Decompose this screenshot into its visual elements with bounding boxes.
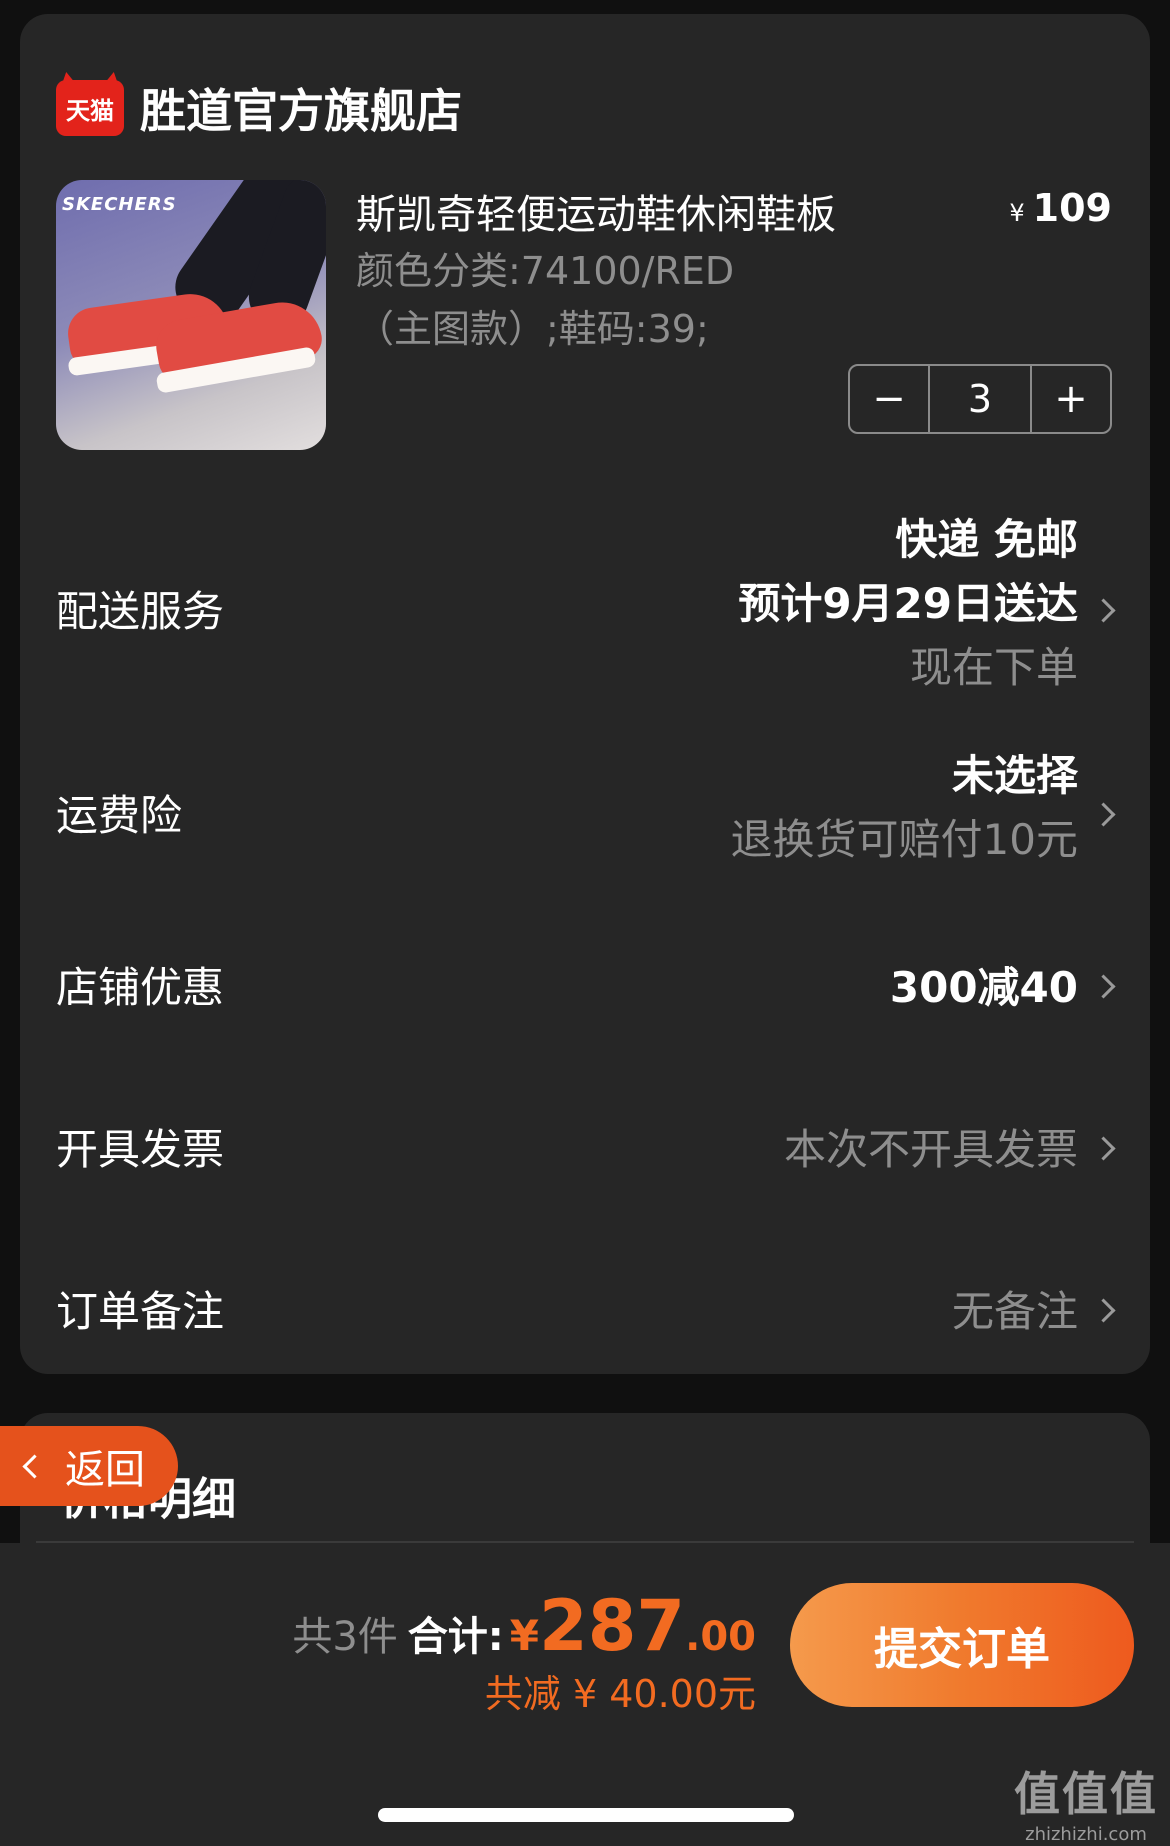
- decrement-button[interactable]: −: [850, 366, 928, 432]
- shop-name[interactable]: 胜道官方旗舰店: [140, 75, 462, 141]
- delivery-estimate: 预计9月29日送达: [738, 579, 1078, 628]
- price-detail-card: 价格明细: [20, 1413, 1150, 1553]
- item-count: 共3件: [292, 1614, 398, 1660]
- spec-line-2: （主图款）;鞋码:39;: [356, 307, 709, 351]
- product-brand-text: SKECHERS: [62, 194, 177, 215]
- delivery-label: 配送服务: [56, 587, 225, 636]
- order-note-label: 订单备注: [56, 1287, 225, 1336]
- product-title[interactable]: 斯凯奇轻便运动鞋休闲鞋板: [356, 182, 836, 240]
- price-currency: ¥: [1009, 199, 1025, 227]
- order-note-row[interactable]: 订单备注 无备注: [20, 1258, 1150, 1358]
- shop-header[interactable]: 天猫 胜道官方旗舰店: [56, 68, 462, 148]
- back-button[interactable]: 返回: [0, 1426, 178, 1506]
- chevron-left-icon: [22, 1453, 47, 1479]
- quantity-stepper: − 3 +: [848, 364, 1112, 434]
- submit-order-button[interactable]: 提交订单: [790, 1583, 1134, 1707]
- chevron-right-icon: [1091, 1136, 1116, 1161]
- spec-line-1: 颜色分类:74100/RED: [356, 249, 735, 293]
- freight-insurance-desc: 退换货可赔付10元: [730, 815, 1078, 864]
- watermark-logo: 值值值 zhizhizhi.com: [1014, 1758, 1158, 1845]
- delivery-row[interactable]: 配送服务 快递 免邮 预计9月29日送达 现在下单: [20, 484, 1150, 704]
- total-decimal: .00: [685, 1614, 756, 1660]
- total-currency: ¥: [509, 1611, 540, 1660]
- invoice-label: 开具发票: [56, 1125, 225, 1174]
- tmall-badge-text: 天猫: [66, 96, 114, 125]
- invoice-row[interactable]: 开具发票 本次不开具发票: [20, 1096, 1150, 1196]
- delivery-method: 快递 免邮: [895, 515, 1078, 564]
- back-label: 返回: [65, 1447, 145, 1493]
- chevron-right-icon: [1091, 598, 1116, 623]
- shop-discount-value: 300减40: [889, 963, 1078, 1012]
- quantity-value[interactable]: 3: [928, 366, 1032, 432]
- product-spec[interactable]: 颜色分类:74100/RED （主图款）;鞋码:39;: [356, 242, 876, 358]
- delivery-note: 现在下单: [909, 643, 1078, 692]
- order-note-value: 无备注: [951, 1287, 1078, 1336]
- chevron-right-icon: [1091, 802, 1116, 827]
- total-discount: 共减 ¥ 40.00元: [484, 1672, 756, 1716]
- price-value: 109: [1032, 186, 1112, 230]
- increment-button[interactable]: +: [1032, 366, 1110, 432]
- watermark-url: zhizhizhi.com: [1025, 1824, 1147, 1845]
- order-summary: 共3件 合计: ¥287.00: [292, 1585, 756, 1667]
- order-card: 天猫 胜道官方旗舰店 SKECHERS 斯凯奇轻便运动鞋休闲鞋板 ¥109 颜色…: [20, 14, 1150, 1374]
- watermark-text: 值值值: [1014, 1767, 1158, 1821]
- freight-insurance-status: 未选择: [951, 751, 1078, 800]
- tmall-logo-icon: 天猫: [56, 80, 124, 136]
- shop-discount-label: 店铺优惠: [56, 963, 225, 1012]
- product-price: ¥109: [1009, 186, 1112, 230]
- freight-insurance-row[interactable]: 运费险 未选择 退换货可赔付10元: [20, 744, 1150, 884]
- total-label: 合计:: [407, 1614, 504, 1660]
- total-amount: 287: [539, 1585, 686, 1667]
- shop-discount-row[interactable]: 店铺优惠 300减40: [20, 934, 1150, 1034]
- invoice-value: 本次不开具发票: [783, 1125, 1078, 1174]
- chevron-right-icon: [1091, 1298, 1116, 1323]
- home-indicator[interactable]: [378, 1808, 794, 1822]
- freight-insurance-label: 运费险: [56, 791, 183, 840]
- submit-bar: 共3件 合计: ¥287.00 共减 ¥ 40.00元 提交订单 值值值 zhizh…: [0, 1543, 1170, 1846]
- chevron-right-icon: [1091, 974, 1116, 999]
- product-image[interactable]: SKECHERS: [56, 180, 326, 450]
